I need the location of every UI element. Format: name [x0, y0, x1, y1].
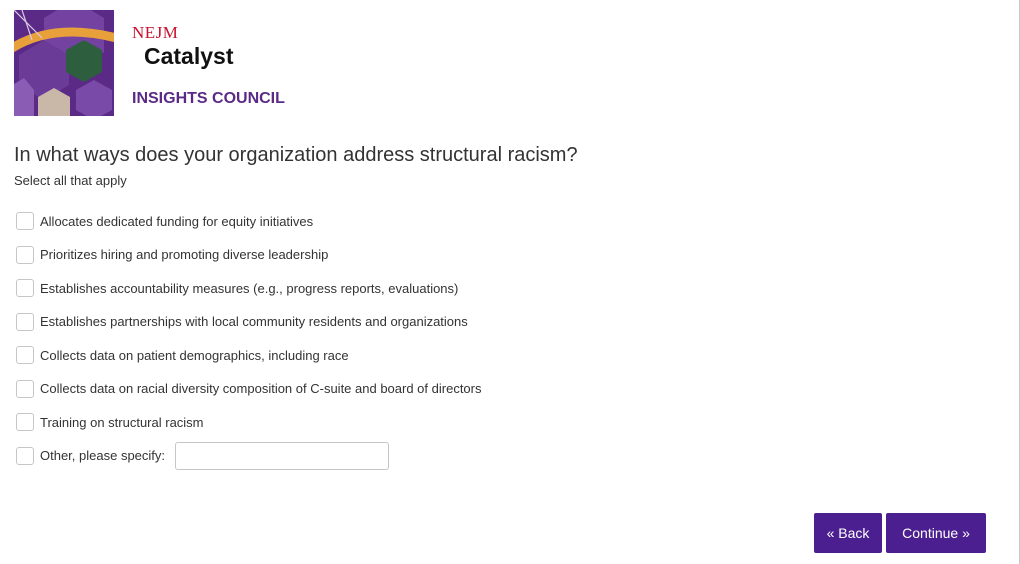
option-partnerships[interactable]: Establishes partnerships with local comm… — [16, 311, 816, 333]
checkbox[interactable] — [16, 346, 34, 364]
option-accountability[interactable]: Establishes accountability measures (e.g… — [16, 277, 816, 299]
option-label: Training on structural racism — [40, 414, 204, 430]
option-label: Establishes partnerships with local comm… — [40, 314, 468, 329]
brand-header: NEJM Catalyst INSIGHTS COUNCIL — [14, 10, 314, 116]
continue-button[interactable]: Continue » — [886, 513, 986, 553]
checkbox[interactable] — [16, 446, 34, 465]
question-hint: Select all that apply — [14, 173, 127, 188]
option-diverse-leadership[interactable]: Prioritizes hiring and promoting diverse… — [16, 244, 816, 266]
option-label: Establishes accountability measures (e.g… — [40, 280, 459, 296]
option-label: Allocates dedicated funding for equity i… — [40, 213, 314, 229]
option-label: Collects data on racial diversity compos… — [40, 381, 482, 396]
insights-council-text: INSIGHTS COUNCIL — [132, 90, 285, 107]
nejm-logo-text: NEJM — [132, 23, 179, 42]
catalyst-logo-text: Catalyst — [144, 43, 234, 69]
checkbox[interactable] — [16, 379, 34, 398]
checkbox[interactable] — [16, 212, 34, 230]
checkbox[interactable] — [16, 413, 34, 431]
option-patient-demographics[interactable]: Collects data on patient demographics, i… — [16, 344, 816, 366]
checkbox[interactable] — [16, 279, 34, 297]
survey-page: NEJM Catalyst INSIGHTS COUNCIL In what w… — [0, 0, 1020, 564]
option-funding[interactable]: Allocates dedicated funding for equity i… — [16, 210, 816, 232]
option-label: Prioritizes hiring and promoting diverse… — [40, 247, 329, 262]
checkbox[interactable] — [16, 245, 34, 264]
checkbox[interactable] — [16, 312, 34, 331]
other-specify-input[interactable] — [175, 441, 390, 470]
option-csuite-diversity[interactable]: Collects data on racial diversity compos… — [16, 378, 816, 400]
options-list: Allocates dedicated funding for equity i… — [16, 210, 816, 478]
question-title: In what ways does your organization addr… — [14, 144, 578, 166]
option-training[interactable]: Training on structural racism — [16, 411, 816, 433]
option-label: Other, please specify: — [40, 448, 166, 463]
brand-hexagon-artwork — [14, 10, 114, 116]
option-other[interactable]: Other, please specify: — [16, 441, 816, 470]
back-button[interactable]: « Back — [814, 513, 882, 553]
option-label: Collects data on patient demographics, i… — [40, 347, 349, 363]
